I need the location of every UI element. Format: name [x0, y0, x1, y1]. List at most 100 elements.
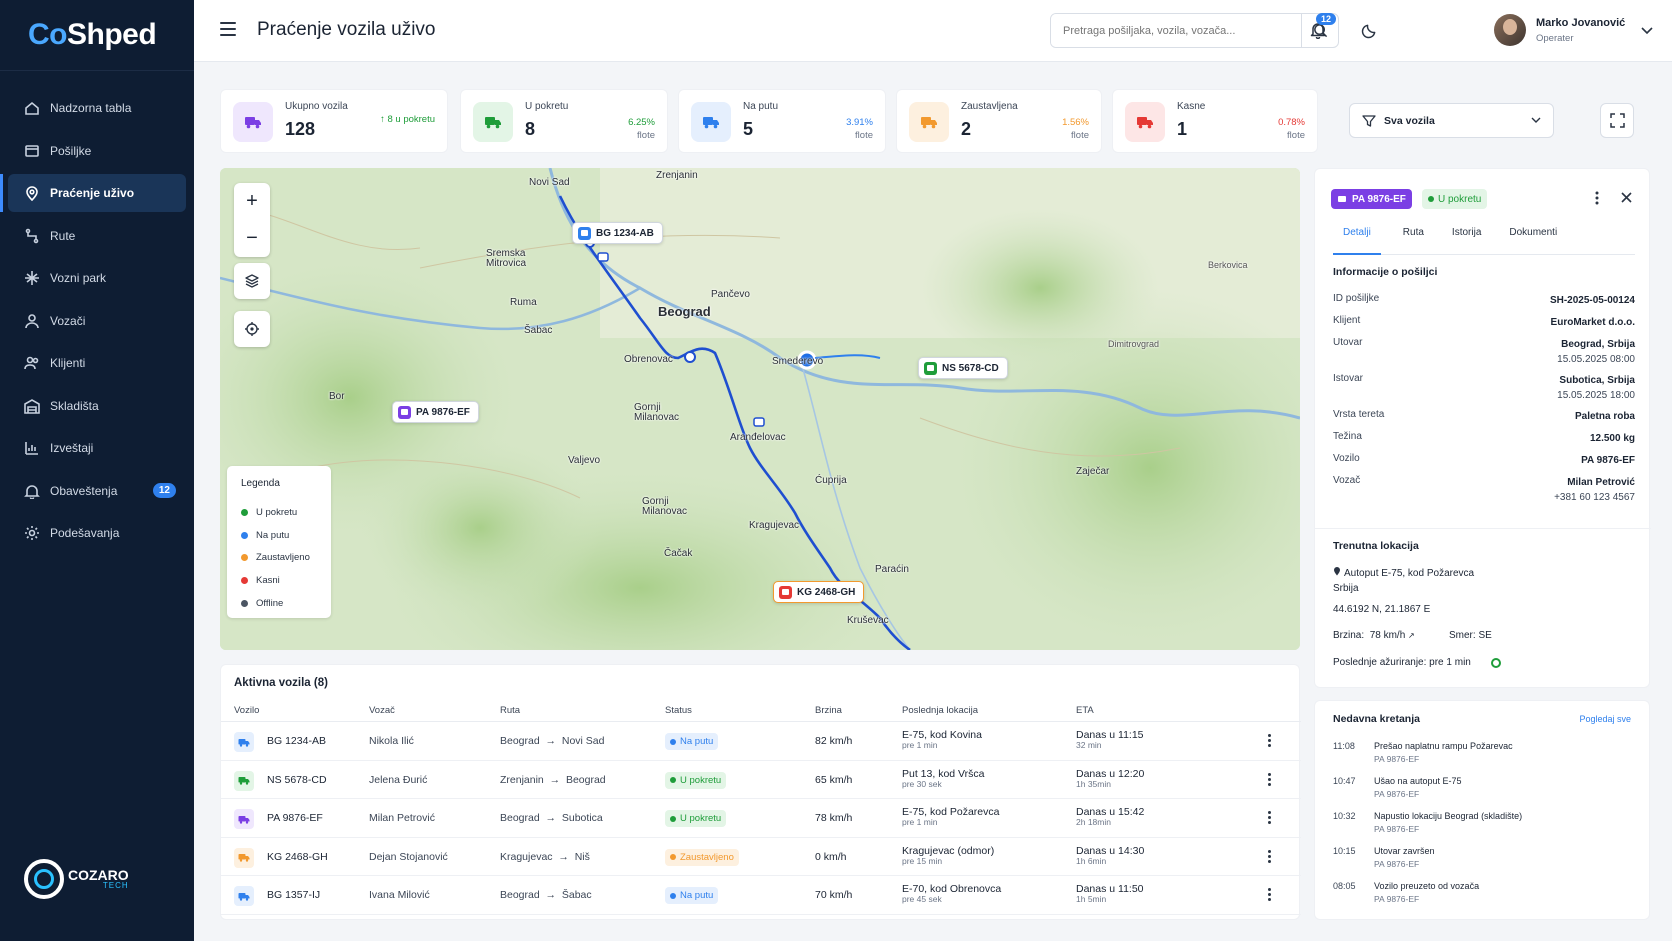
sidebar-item-nadzorna-tabla[interactable]: Nadzorna tabla	[8, 89, 186, 127]
app-logo[interactable]: Co Shped	[0, 0, 194, 71]
col-header-last-location[interactable]: Poslednja lokacija	[902, 705, 978, 716]
stat-card-u-pokretu[interactable]: U pokretu 8 6.25% flote	[460, 89, 668, 153]
close-icon[interactable]	[1621, 192, 1632, 206]
top-header: Praćenje vozila uživo 12 Marko Jovanović…	[194, 0, 1672, 62]
sidebar-item-rute[interactable]: Rute	[8, 217, 186, 255]
row-actions-icon[interactable]	[1268, 811, 1272, 826]
tab-dokumenti[interactable]: Dokumenti	[1499, 227, 1567, 255]
row-actions-icon[interactable]	[1268, 849, 1272, 865]
sidebar-item-pode-avanja[interactable]: Podešavanja	[8, 514, 186, 552]
stat-value: 5	[743, 119, 754, 139]
route-from: Beograd	[500, 889, 540, 901]
tab-istorija[interactable]: Istorija	[1442, 227, 1491, 255]
live-map[interactable]: Novi Sad Zrenjanin Sremska Mitrovica Pan…	[220, 168, 1300, 650]
chart-icon	[25, 442, 38, 455]
stat-card-zaustavljena[interactable]: Zaustavljena 2 1.56% flote	[896, 89, 1102, 153]
col-header-route[interactable]: Ruta	[500, 705, 520, 716]
search-input[interactable]	[1051, 14, 1301, 47]
detail-field: Vozač Milan Petrović +381 60 123 4567	[1333, 475, 1635, 505]
legend-item: Zaustavljeno	[241, 546, 331, 569]
sidebar-nav: Nadzorna tabla Pošiljke Praćenje uživo Rute…	[0, 71, 194, 552]
field-value: Paletna roba	[1575, 409, 1635, 424]
sidebar: Co Shped Nadzorna tabla Pošiljke Praćenje u…	[0, 0, 194, 941]
map-vehicle-bg1234[interactable]: BG 1234-AB	[572, 222, 663, 244]
location-line1: Autoput E-75, kod Požarevca	[1344, 568, 1475, 579]
stat-pct-value: 6.25%	[628, 117, 655, 128]
status-dot-icon	[241, 554, 248, 562]
zoom-in-button[interactable]: +	[234, 183, 270, 220]
cell-last-location: E-75, kod Kovina pre 1 min	[902, 729, 982, 751]
sidebar-item-skladi-ta[interactable]: Skladišta	[8, 387, 186, 425]
field-value: SH-2025-05-00124	[1550, 293, 1635, 308]
stat-card-ukupno-vozila[interactable]: Ukupno vozila 128 ↑ 8 u pokretu	[220, 89, 448, 153]
table-row[interactable]: PA 9876-EF Milan Petrović Beograd → Suboti…	[221, 799, 1301, 838]
sidebar-item-klijenti[interactable]: Klijenti	[8, 344, 186, 382]
driver-icon	[25, 313, 39, 328]
table-row[interactable]: BG 1357-IJ Ivana Milović Beograd → Šabac Na…	[221, 876, 1301, 915]
sidebar-item-po-iljke[interactable]: Pošiljke	[8, 132, 186, 170]
fullscreen-button[interactable]	[1600, 103, 1634, 138]
stat-label: Kasne	[1177, 101, 1206, 112]
zoom-out-button[interactable]: −	[234, 220, 270, 257]
col-header-vehicle[interactable]: Vozilo	[234, 705, 259, 716]
row-actions-icon[interactable]	[1268, 888, 1272, 903]
sidebar-item-label: Vozači	[50, 313, 86, 328]
col-header-speed[interactable]: Brzina	[815, 705, 842, 716]
menu-icon[interactable]	[220, 22, 236, 36]
locate-button[interactable]	[234, 311, 270, 347]
view-all-link[interactable]: Pogledaj sve	[1579, 714, 1631, 724]
layers-button[interactable]	[234, 263, 270, 299]
eta-remaining: 32 min	[1076, 740, 1102, 751]
row-actions-icon[interactable]	[1268, 734, 1272, 749]
cell-driver: Ivana Milović	[369, 889, 430, 901]
sidebar-item-izve-taji[interactable]: Izveštaji	[8, 429, 186, 467]
vehicle-filter-select[interactable]: Sva vozila	[1349, 103, 1554, 138]
more-options-icon[interactable]	[1595, 191, 1599, 208]
movement-vehicle: PA 9876-EF	[1374, 789, 1420, 799]
theme-toggle-button[interactable]	[1359, 20, 1379, 40]
field-value: Subotica, Srbija 15.05.2025 18:00	[1557, 373, 1635, 403]
sidebar-item-vozni-park[interactable]: Vozni park	[8, 259, 186, 297]
stat-pct-value: 1.56%	[1062, 117, 1089, 128]
table-row[interactable]: BG 1234-AB Nikola Ilić Beograd → Novi Sad N…	[221, 722, 1301, 761]
cell-last-location: Kragujevac (odmor) pre 15 min	[902, 845, 994, 867]
tab-detalji[interactable]: Detalji	[1333, 227, 1381, 255]
sidebar-item-label: Pošiljke	[50, 143, 92, 158]
cell-vehicle: KG 2468-GH	[267, 850, 328, 863]
movement-vehicle: PA 9876-EF	[1374, 859, 1420, 869]
table-row[interactable]: NS 5678-CD Jelena Đurić Zrenjanin → Beogra…	[221, 761, 1301, 799]
map-city-gornji-milanovac-2: Gornji Milanovac	[642, 496, 688, 517]
legend-label: Kasni	[256, 574, 280, 586]
cell-route: Kragujevac → Niš	[500, 850, 590, 863]
user-menu-chevron-icon[interactable]	[1640, 24, 1654, 38]
col-header-driver[interactable]: Vozač	[369, 705, 395, 716]
speed-value: 78 km/h	[1369, 630, 1406, 641]
details-tabs: Detalji Ruta Istorija Dokumenti	[1333, 227, 1635, 255]
col-header-status[interactable]: Status	[665, 705, 692, 716]
details-status: U pokretu	[1438, 193, 1482, 205]
table-row[interactable]: KG 2468-GH Dejan Stojanović Kragujevac → N…	[221, 838, 1301, 876]
row-actions-icon[interactable]	[1268, 772, 1272, 788]
map-vehicle-kg2468[interactable]: KG 2468-GH	[773, 581, 865, 603]
map-city-cacak: Čačak	[664, 548, 693, 559]
notifications-button[interactable]: 12	[1308, 13, 1336, 40]
sidebar-item-pra-enje-u-ivo[interactable]: Praćenje uživo	[0, 174, 186, 212]
page-title: Praćenje vozila uživo	[257, 19, 436, 40]
tab-ruta[interactable]: Ruta	[1393, 227, 1434, 255]
stat-label: U pokretu	[525, 101, 569, 112]
field-value-main: PA 9876-EF	[1581, 455, 1635, 466]
field-value-sub: 15.05.2025 18:00	[1557, 390, 1635, 401]
stat-card-kasne[interactable]: Kasne 1 0.78% flote	[1112, 89, 1318, 153]
stat-pct-sub: flote	[855, 130, 873, 142]
user-menu[interactable]: Marko Jovanović Operater	[1494, 14, 1625, 46]
stat-card-na-putu[interactable]: Na putu 5 3.91% flote	[678, 89, 886, 153]
sidebar-item-obave-tenja[interactable]: Obaveštenja 12	[8, 472, 186, 510]
live-indicator-icon	[1491, 658, 1501, 668]
map-vehicle-ns5678[interactable]: NS 5678-CD	[918, 357, 1008, 379]
sidebar-item-voza-i[interactable]: Vozači	[8, 302, 186, 340]
stat-label: Ukupno vozila	[285, 101, 348, 112]
cell-driver: Dejan Stojanović	[369, 850, 448, 863]
map-vehicle-pa9876[interactable]: PA 9876-EF	[392, 401, 479, 423]
col-header-eta[interactable]: ETA	[1076, 705, 1094, 716]
map-city-krusevac: Kruševac	[847, 615, 889, 626]
